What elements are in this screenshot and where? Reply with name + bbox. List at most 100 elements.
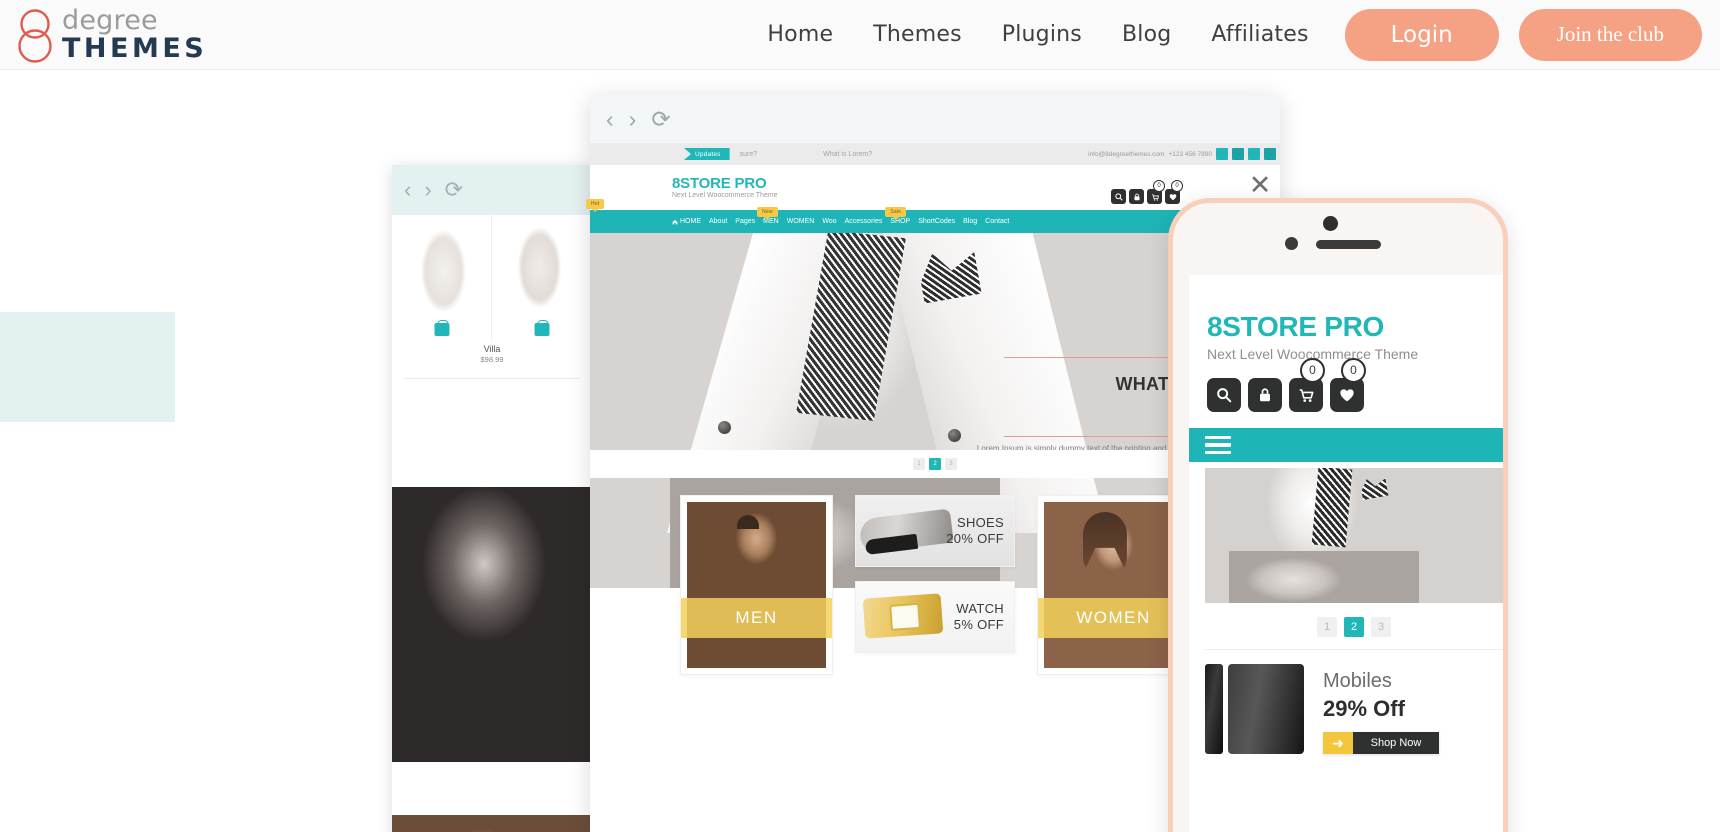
add-to-cart-icon[interactable] bbox=[434, 320, 449, 336]
promo-card-shoes[interactable]: SHOES 20% OFF bbox=[855, 495, 1015, 567]
mobile-promo-block[interactable]: Mobiles 29% Off ➜ Shop Now bbox=[1205, 650, 1503, 760]
tablet-browser-chrome: ‹ › ⟳ bbox=[392, 165, 592, 215]
mobile-slider-dot-3[interactable]: 3 bbox=[1371, 617, 1391, 637]
twitter-icon[interactable] bbox=[1232, 148, 1244, 160]
topbar-item-1[interactable]: sure? bbox=[740, 151, 758, 158]
store-nav-item-accessories[interactable]: Accessories bbox=[845, 218, 883, 225]
watch-promo-text: WATCH 5% OFF bbox=[954, 601, 1004, 634]
product-price: $98.99 bbox=[480, 355, 504, 365]
updates-flag-badge[interactable]: Updates bbox=[684, 148, 730, 160]
tablet-product-meta: Villa $98.99 bbox=[392, 343, 592, 365]
back-arrow-icon[interactable]: ‹ bbox=[606, 107, 614, 131]
tablet-man-photo bbox=[392, 815, 592, 832]
cart-icon[interactable]: 0 bbox=[1289, 358, 1325, 412]
store-logo-tagline: Next Level Woocommerce Theme bbox=[672, 192, 778, 200]
nav-item-themes[interactable]: Themes bbox=[853, 22, 982, 47]
women-category-photo bbox=[1044, 502, 1183, 668]
product-name: Villa bbox=[483, 344, 501, 354]
close-icon[interactable]: ✕ bbox=[1245, 170, 1275, 200]
men-category-label: MEN bbox=[735, 608, 778, 627]
slider-dot-3[interactable]: 3 bbox=[945, 458, 957, 470]
suit-button bbox=[948, 429, 961, 442]
store-nav-label: HOME bbox=[680, 218, 701, 225]
tablet-product-row bbox=[392, 215, 592, 340]
promo-card-watch[interactable]: WATCH 5% OFF bbox=[855, 581, 1015, 653]
shoe-photo bbox=[858, 508, 954, 554]
brand-themes-text: THEMES bbox=[62, 33, 208, 64]
tablet-mockup: ‹ › ⟳ Villa $98.99 bbox=[392, 165, 592, 832]
shoes-promo-line2: 20% OFF bbox=[946, 531, 1004, 546]
store-nav-item-shortcodes[interactable]: ShortCodes bbox=[918, 218, 955, 225]
tablet-viewport: Villa $98.99 bbox=[392, 215, 592, 832]
topbar-item-2[interactable]: What is Lorem? bbox=[823, 151, 872, 158]
hamburger-icon[interactable] bbox=[1205, 435, 1231, 455]
tablet-model-photo bbox=[392, 487, 592, 762]
topbar-phone[interactable]: +123 456 7890 bbox=[1168, 151, 1212, 158]
theme-showcase: ‹ › ⟳ Villa $98.99 ‹ › ⟳ Updates sure? W… bbox=[0, 70, 1720, 832]
store-nav-item-men[interactable]: MEN New bbox=[757, 207, 779, 225]
forward-arrow-icon[interactable]: › bbox=[629, 107, 637, 131]
mobile-hero-slide bbox=[1205, 468, 1503, 603]
front-camera-icon bbox=[1285, 237, 1298, 250]
store-nav-item-blog[interactable]: Blog bbox=[963, 218, 977, 225]
arrow-right-icon: ➜ bbox=[1323, 732, 1353, 754]
men-category-photo bbox=[687, 502, 826, 668]
tablet-product-card[interactable] bbox=[392, 215, 492, 340]
store-nav-item-contact[interactable]: Contact bbox=[985, 218, 1009, 225]
nav-item-blog[interactable]: Blog bbox=[1102, 22, 1191, 47]
women-category-label: WOMEN bbox=[1076, 608, 1151, 627]
topbar-email[interactable]: info@8degreethemes.com bbox=[1088, 151, 1164, 158]
women-category-band: WOMEN bbox=[1038, 598, 1189, 638]
slider-dot-2[interactable]: 2 bbox=[929, 458, 941, 470]
back-arrow-icon[interactable]: ‹ bbox=[404, 179, 411, 201]
divider bbox=[404, 378, 580, 379]
mobile-slider-dot-2[interactable]: 2 bbox=[1344, 617, 1364, 637]
forward-arrow-icon[interactable]: › bbox=[424, 179, 431, 201]
store-nav-item-pages[interactable]: Pages bbox=[735, 218, 755, 225]
earpiece-speaker-icon bbox=[1316, 240, 1381, 249]
store-nav-item-woo[interactable]: Woo bbox=[822, 218, 836, 225]
store-nav-item-women[interactable]: WOMEN bbox=[787, 218, 815, 225]
login-button[interactable]: Login bbox=[1344, 8, 1499, 61]
sensor-icon bbox=[1323, 216, 1338, 231]
search-icon[interactable] bbox=[1207, 378, 1241, 412]
tablet-product-card[interactable] bbox=[492, 215, 592, 340]
reload-icon[interactable]: ⟳ bbox=[445, 179, 463, 201]
store-nav-item-shop[interactable]: SHOP Sale bbox=[885, 207, 910, 225]
topbar-contact-group: info@8degreethemes.com +123 456 7890 bbox=[1088, 148, 1280, 160]
mobile-wishlist-count-badge: 0 bbox=[1341, 358, 1366, 383]
cart-icon[interactable]: 0 bbox=[1147, 180, 1165, 204]
brand-logo[interactable]: degree THEMES bbox=[4, 4, 207, 66]
site-header: degree THEMES Home Themes Plugins Blog A… bbox=[0, 0, 1720, 70]
wishlist-count-badge: 0 bbox=[1171, 180, 1183, 192]
heart-icon[interactable]: 0 bbox=[1330, 358, 1366, 412]
mobile-slider-dot-1[interactable]: 1 bbox=[1317, 617, 1337, 637]
linkedin-icon[interactable] bbox=[1264, 148, 1276, 160]
reload-icon[interactable]: ⟳ bbox=[651, 107, 670, 131]
mobile-menu-bar bbox=[1189, 428, 1503, 462]
lock-icon[interactable] bbox=[1129, 189, 1144, 204]
store-logo[interactable]: 8STORE PRO Next Level Woocommerce Theme bbox=[672, 175, 778, 200]
add-to-cart-icon[interactable] bbox=[534, 320, 549, 336]
google-plus-icon[interactable] bbox=[1248, 148, 1260, 160]
store-nav-item-about[interactable]: About bbox=[709, 218, 727, 225]
shoes-promo-text: SHOES 20% OFF bbox=[946, 515, 1004, 548]
store-nav-item-home[interactable]: HOME Hot bbox=[586, 199, 701, 225]
store-icon-group: 0 0 bbox=[1111, 180, 1183, 204]
facebook-icon[interactable] bbox=[1216, 148, 1228, 160]
lock-icon[interactable] bbox=[1248, 378, 1282, 412]
nav-badge-sale: Sale bbox=[885, 207, 907, 217]
phone-top-bezel bbox=[1173, 203, 1503, 275]
search-icon[interactable] bbox=[1111, 189, 1126, 204]
slider-dot-1[interactable]: 1 bbox=[913, 458, 925, 470]
nav-item-affiliates[interactable]: Affiliates bbox=[1191, 22, 1328, 47]
mobile-promo-discount: 29% Off bbox=[1323, 696, 1405, 721]
mobile-store-logo[interactable]: 8STORE PRO Next Level Woocommerce Theme bbox=[1189, 275, 1503, 363]
heart-icon[interactable]: 0 bbox=[1165, 180, 1183, 204]
nav-item-plugins[interactable]: Plugins bbox=[982, 22, 1102, 47]
teal-backdrop-shape bbox=[0, 312, 175, 422]
shop-now-button[interactable]: ➜ Shop Now bbox=[1323, 732, 1439, 754]
join-the-club-button[interactable]: Join the club bbox=[1518, 8, 1702, 61]
nav-item-home[interactable]: Home bbox=[747, 22, 853, 47]
category-card-men[interactable]: MEN bbox=[680, 495, 833, 675]
